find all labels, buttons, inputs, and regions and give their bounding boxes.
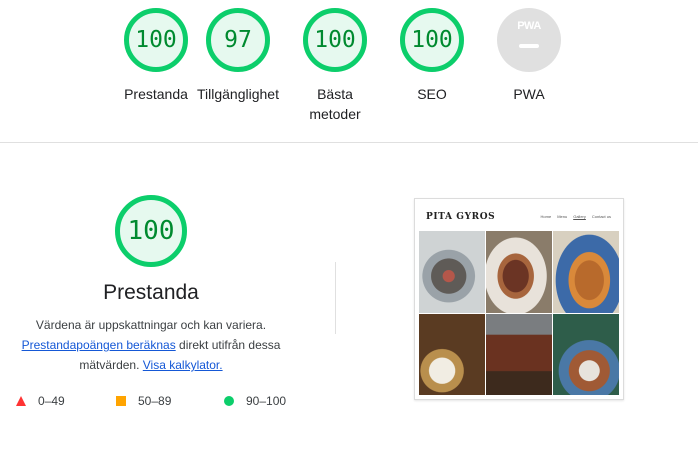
score-ring: 100 [124, 8, 188, 72]
gallery-photo-grill [419, 231, 485, 313]
performance-description: Värdena är uppskattningar och kan varier… [11, 315, 291, 375]
gauge-label: SEO [417, 86, 447, 102]
view-calculator-link[interactable]: Visa kalkylator. [143, 358, 223, 372]
legend-range: 0–49 [38, 394, 65, 408]
gauge-label: Tillgänglighet [197, 86, 279, 102]
site-nav: Home Menu Gallery Contact us [541, 214, 611, 219]
performance-score-ring: 100 [115, 195, 187, 267]
performance-score-value: 100 [127, 216, 175, 246]
legend-average: 50–89 [116, 394, 171, 408]
gauge-basta-metoder[interactable]: 100 Bästa metoder [287, 8, 383, 124]
gauge-pwa[interactable]: PWA PWA [481, 8, 577, 104]
site-nav-item: Home [540, 214, 552, 219]
performance-title: Prestanda [103, 281, 199, 304]
site-nav-item: Contact us [591, 214, 611, 219]
gallery-photo-meal-plate [553, 313, 619, 395]
circle-icon [224, 396, 234, 406]
section-divider [0, 142, 698, 143]
gallery-photo-bread [553, 231, 619, 313]
score-value: 100 [314, 27, 356, 53]
gauge-tillganglighet[interactable]: 97 Tillgänglighet [190, 8, 286, 104]
description-text: Värdena är uppskattningar och kan varier… [35, 318, 267, 332]
legend-range: 90–100 [246, 394, 287, 408]
gauge-label: Bästa metoder [309, 86, 361, 122]
site-header: PITA GYROS Home Menu Gallery Contact us [419, 203, 619, 231]
square-icon [116, 396, 126, 406]
score-ring: 100 [400, 8, 464, 72]
vertical-divider [335, 262, 336, 334]
pwa-badge: PWA [497, 8, 561, 72]
gauge-seo[interactable]: 100 SEO [384, 8, 480, 104]
legend-pass: 90–100 [224, 394, 286, 408]
score-calculation-link[interactable]: Prestandapoängen beräknas [22, 338, 176, 352]
pwa-badge-text: PWA [517, 20, 541, 32]
final-screenshot-thumbnail[interactable]: PITA GYROS Home Menu Gallery Contact us [414, 198, 624, 400]
site-logo: PITA GYROS [426, 212, 496, 222]
score-value: 100 [135, 27, 177, 53]
gallery-photo-meat-plate [486, 231, 552, 313]
score-ring: 100 [303, 8, 367, 72]
site-nav-item: Gallery [573, 214, 586, 219]
score-ring: 97 [206, 8, 270, 72]
gallery-grid [419, 231, 619, 395]
gallery-photo-dinner-table [419, 313, 485, 395]
gauge-label: PWA [513, 86, 545, 102]
pwa-dash-icon [519, 44, 539, 48]
score-value: 97 [224, 27, 252, 53]
site-nav-item: Menu [557, 214, 568, 219]
legend-range: 50–89 [138, 394, 172, 408]
legend-fail: 0–49 [16, 394, 65, 408]
gallery-photo-cooked-meat [486, 313, 552, 395]
score-value: 100 [411, 27, 453, 53]
triangle-icon [16, 396, 26, 406]
